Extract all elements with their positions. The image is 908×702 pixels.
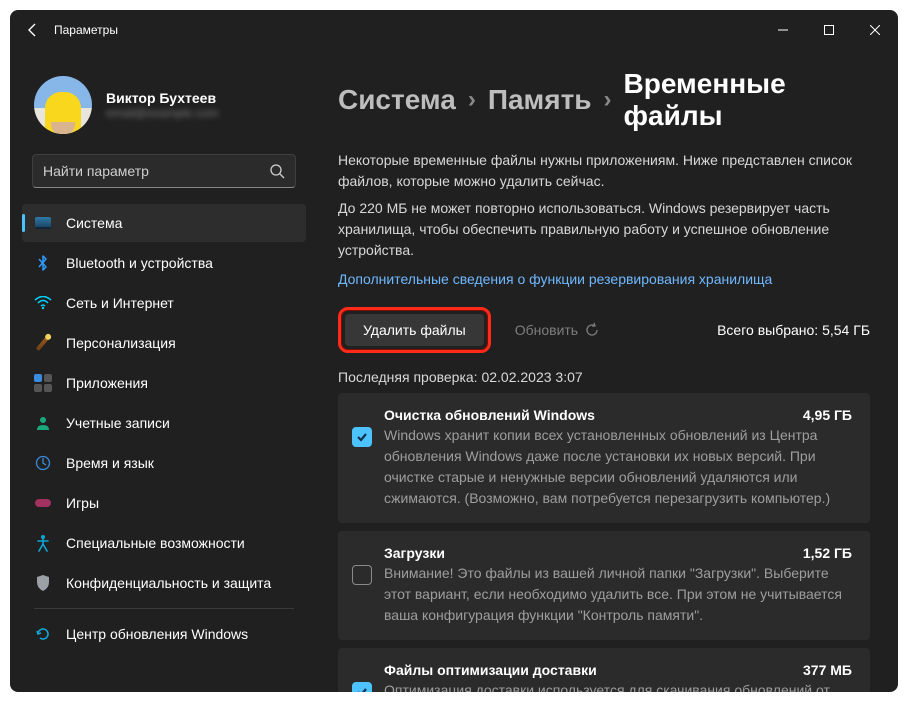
brush-icon	[34, 334, 52, 352]
window-controls	[760, 10, 898, 50]
system-icon	[34, 214, 52, 232]
nav-label: Специальные возможности	[66, 535, 245, 551]
checkbox[interactable]	[352, 565, 372, 585]
separator	[34, 608, 294, 609]
content-area: Система › Память › Временные файлы Некот…	[310, 50, 898, 692]
breadcrumb: Система › Память › Временные файлы	[338, 68, 870, 132]
nav-personalization[interactable]: Персонализация	[22, 324, 306, 362]
nav-label: Bluetooth и устройства	[66, 255, 213, 271]
description-1: Некоторые временные файлы нужны приложен…	[338, 150, 870, 192]
temp-file-item[interactable]: Очистка обновлений Windows 4,95 ГБ Windo…	[338, 393, 870, 523]
nav-label: Конфиденциальность и защита	[66, 575, 271, 591]
nav-label: Центр обновления Windows	[66, 626, 248, 642]
nav-apps[interactable]: Приложения	[22, 364, 306, 402]
refresh-button[interactable]: Обновить	[515, 322, 600, 338]
gamepad-icon	[34, 494, 52, 512]
checkbox[interactable]	[352, 682, 372, 692]
refresh-label: Обновить	[515, 322, 578, 338]
nav-privacy[interactable]: Конфиденциальность и защита	[22, 564, 306, 602]
learn-more-link[interactable]: Дополнительные сведения о функции резерв…	[338, 271, 772, 287]
chevron-right-icon: ›	[468, 86, 476, 114]
nav-label: Сеть и Интернет	[66, 295, 174, 311]
close-button[interactable]	[852, 10, 898, 50]
description-2: До 220 МБ не может повторно использовать…	[338, 198, 870, 261]
profile[interactable]: Виктор Бухтеев email@example.com	[22, 60, 306, 152]
minimize-button[interactable]	[760, 10, 806, 50]
item-size: 1,52 ГБ	[803, 545, 852, 561]
shield-icon	[34, 574, 52, 592]
wifi-icon	[34, 294, 52, 312]
chevron-right-icon: ›	[604, 86, 612, 114]
item-desc: Оптимизация доставки используется для ск…	[384, 680, 852, 692]
profile-email: email@example.com	[106, 106, 218, 120]
item-title: Загрузки	[384, 545, 445, 561]
search-box[interactable]	[32, 154, 296, 188]
last-check: Последняя проверка: 02.02.2023 3:07	[338, 369, 870, 385]
back-button[interactable]	[16, 13, 50, 47]
nav: Система Bluetooth и устройства Сеть и Ин…	[22, 204, 306, 653]
item-desc: Windows хранит копии всех установленных …	[384, 425, 852, 509]
apps-icon	[34, 374, 52, 392]
accessibility-icon	[34, 534, 52, 552]
sidebar: Виктор Бухтеев email@example.com Система	[10, 50, 310, 692]
clock-globe-icon	[34, 454, 52, 472]
refresh-icon	[584, 322, 600, 338]
search-icon	[269, 163, 285, 179]
bluetooth-icon	[34, 254, 52, 272]
nav-windows-update[interactable]: Центр обновления Windows	[22, 615, 306, 653]
nav-bluetooth[interactable]: Bluetooth и устройства	[22, 244, 306, 282]
action-row: Удалить файлы Обновить Всего выбрано: 5,…	[338, 307, 870, 353]
checkbox[interactable]	[352, 427, 372, 447]
nav-label: Система	[66, 215, 122, 231]
nav-network[interactable]: Сеть и Интернет	[22, 284, 306, 322]
nav-accounts[interactable]: Учетные записи	[22, 404, 306, 442]
settings-window: Параметры Виктор Бухтеев email@example.c…	[10, 10, 898, 692]
maximize-button[interactable]	[806, 10, 852, 50]
search-input[interactable]	[43, 163, 269, 179]
page-title: Временные файлы	[624, 68, 870, 132]
nav-label: Персонализация	[66, 335, 176, 351]
nav-label: Игры	[66, 495, 99, 511]
item-size: 377 МБ	[803, 662, 852, 678]
nav-label: Время и язык	[66, 455, 154, 471]
total-selected: Всего выбрано: 5,54 ГБ	[717, 322, 870, 338]
titlebar: Параметры	[10, 10, 898, 50]
highlight-annotation: Удалить файлы	[338, 307, 491, 353]
crumb-storage[interactable]: Память	[488, 84, 592, 116]
item-size: 4,95 ГБ	[803, 407, 852, 423]
nav-accessibility[interactable]: Специальные возможности	[22, 524, 306, 562]
delete-files-button[interactable]: Удалить файлы	[345, 314, 484, 346]
nav-system[interactable]: Система	[22, 204, 306, 242]
item-desc: Внимание! Это файлы из вашей личной папк…	[384, 563, 852, 626]
temp-file-item[interactable]: Файлы оптимизации доставки 377 МБ Оптими…	[338, 648, 870, 692]
temp-file-item[interactable]: Загрузки 1,52 ГБ Внимание! Это файлы из …	[338, 531, 870, 640]
profile-name: Виктор Бухтеев	[106, 90, 218, 106]
item-title: Очистка обновлений Windows	[384, 407, 595, 423]
window-title: Параметры	[54, 23, 118, 37]
nav-gaming[interactable]: Игры	[22, 484, 306, 522]
item-title: Файлы оптимизации доставки	[384, 662, 597, 678]
nav-label: Приложения	[66, 375, 148, 391]
nav-time-language[interactable]: Время и язык	[22, 444, 306, 482]
sync-icon	[34, 625, 52, 643]
avatar	[34, 76, 92, 134]
nav-label: Учетные записи	[66, 415, 170, 431]
crumb-system[interactable]: Система	[338, 84, 456, 116]
person-icon	[34, 414, 52, 432]
